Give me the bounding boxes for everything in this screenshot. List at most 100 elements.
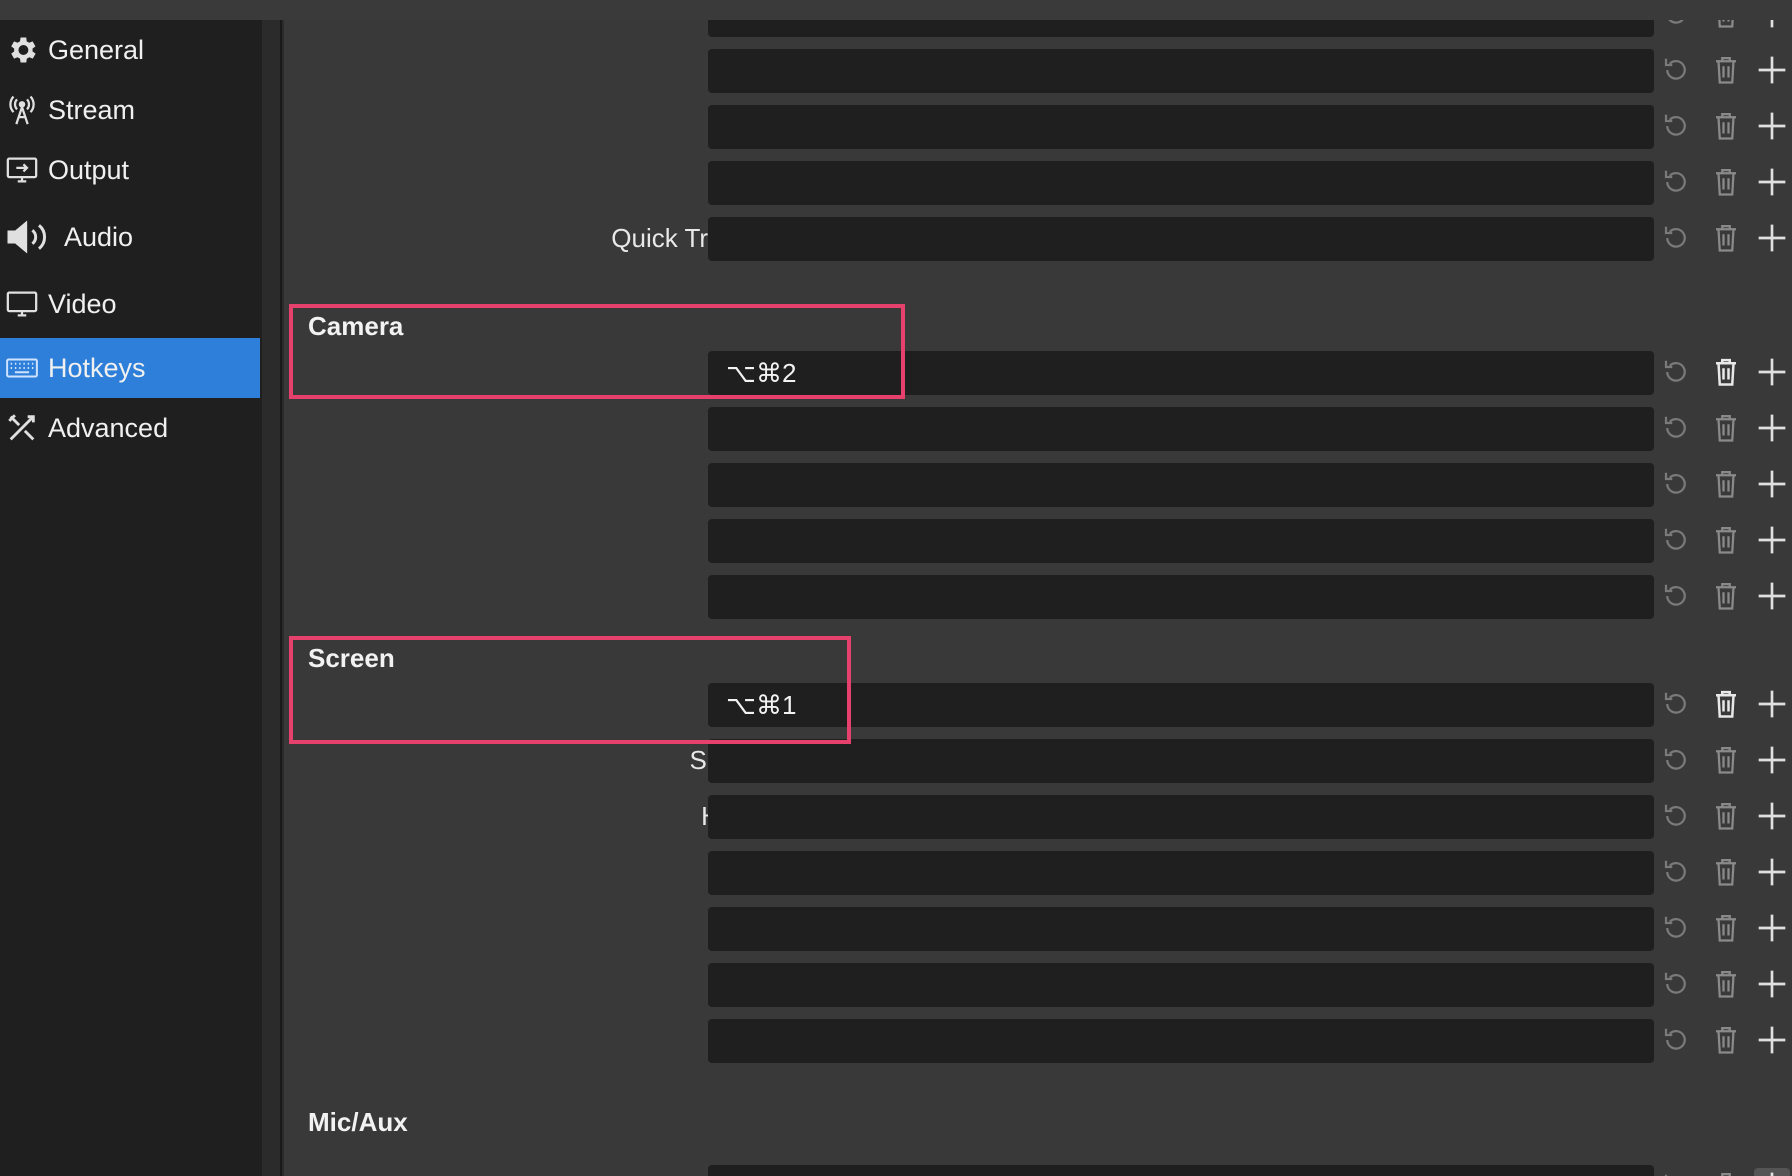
trash-icon[interactable] [1708,966,1744,1002]
hotkey-input[interactable]: ⌥⌘2 [708,351,1654,395]
revert-icon[interactable] [1658,522,1694,558]
trash-icon[interactable] [1708,108,1744,144]
revert-icon[interactable] [1658,466,1694,502]
hotkey-input[interactable] [708,795,1654,839]
plus-icon[interactable] [1754,220,1790,256]
revert-icon[interactable] [1658,1168,1694,1176]
plus-icon[interactable] [1754,798,1790,834]
plus-icon[interactable] [1754,522,1790,558]
hotkey-input[interactable] [708,739,1654,783]
sidebar-item-label: Stream [48,94,136,125]
trash-icon[interactable] [1708,1022,1744,1058]
trash-icon[interactable] [1708,522,1744,558]
plus-icon[interactable] [1754,686,1790,722]
trash-icon[interactable] [1708,742,1744,778]
hotkey-row: Hide 'mac mic 2' * [284,904,1792,952]
hotkey-input[interactable] [708,851,1654,895]
sidebar-divider [262,20,282,1176]
plus-icon[interactable] [1754,854,1790,890]
plus-icon[interactable] [1754,52,1790,88]
hotkey-input[interactable] [708,463,1654,507]
antenna-icon [2,90,42,130]
plus-icon[interactable] [1754,1168,1790,1176]
monitor-icon [2,284,42,324]
trash-icon[interactable] [1708,52,1744,88]
revert-icon[interactable] [1658,742,1694,778]
hotkey-input[interactable] [708,407,1654,451]
sidebar-item-advanced[interactable]: Advanced [0,398,260,458]
plus-icon[interactable] [1754,910,1790,946]
plus-icon[interactable] [1754,1022,1790,1058]
hotkey-input[interactable]: ⌥⌘1 [708,683,1654,727]
plus-icon[interactable] [1754,108,1790,144]
hotkey-input[interactable] [708,519,1654,563]
plus-icon[interactable] [1754,354,1790,390]
trash-icon[interactable] [1708,578,1744,614]
revert-icon[interactable] [1658,966,1694,1002]
hotkey-row: Show 'mac mic' * [284,404,1792,452]
revert-icon[interactable] [1658,354,1694,390]
hotkey-input[interactable] [708,161,1654,205]
revert-icon[interactable] [1658,164,1694,200]
trash-icon[interactable] [1708,686,1744,722]
sidebar-item-label: Hotkeys [48,352,146,383]
hotkey-row: Hide 'mac mic' * [284,460,1792,508]
section-title: Camera [308,311,404,341]
output-monitor-icon [2,150,42,190]
sidebar-item-general[interactable]: General [0,20,260,80]
revert-icon[interactable] [1658,578,1694,614]
hotkey-input[interactable] [708,907,1654,951]
trash-icon[interactable] [1708,910,1744,946]
revert-icon[interactable] [1658,20,1694,32]
plus-icon[interactable] [1754,20,1790,32]
revert-icon[interactable] [1658,52,1694,88]
plus-icon[interactable] [1754,466,1790,502]
section-title: Screen [308,643,395,673]
hotkey-row: Hide 'Display Capture' * [284,792,1792,840]
trash-icon[interactable] [1708,798,1744,834]
sidebar-item-label: Video [48,288,117,319]
hotkey-row: Studio Mode [284,46,1792,94]
sidebar-item-video[interactable]: Video [0,274,260,334]
trash-icon[interactable] [1708,354,1744,390]
revert-icon[interactable] [1658,1022,1694,1058]
window-top-bar [0,0,1792,20]
trash-icon[interactable] [1708,20,1744,32]
trash-icon[interactable] [1708,466,1744,502]
hotkey-input[interactable] [708,1165,1654,1176]
hotkey-input[interactable] [708,217,1654,261]
hotkey-row: Switch to scene⌥⌘1 [284,680,1792,728]
hotkey-input[interactable] [708,575,1654,619]
trash-icon[interactable] [1708,220,1744,256]
trash-icon[interactable] [1708,410,1744,446]
trash-icon[interactable] [1708,854,1744,890]
plus-icon[interactable] [1754,410,1790,446]
revert-icon[interactable] [1658,220,1694,256]
sidebar-item-hotkeys[interactable]: Hotkeys [0,338,260,398]
sidebar-item-audio[interactable]: Audio [0,200,260,274]
sidebar-item-stream[interactable]: Stream [0,80,260,140]
trash-icon[interactable] [1708,164,1744,200]
hotkey-input[interactable] [708,49,1654,93]
hotkey-input[interactable] [708,963,1654,1007]
keyboard-icon [2,348,42,388]
revert-icon[interactable] [1658,910,1694,946]
plus-icon[interactable] [1754,966,1790,1002]
plus-icon[interactable] [1754,742,1790,778]
hotkey-input[interactable] [708,20,1654,37]
revert-icon[interactable] [1658,854,1694,890]
revert-icon[interactable] [1658,798,1694,834]
revert-icon[interactable] [1658,108,1694,144]
trash-icon[interactable] [1708,1168,1744,1176]
plus-icon[interactable] [1754,578,1790,614]
hotkey-input[interactable] [708,1019,1654,1063]
hotkey-row: Hide 'face' * [284,1016,1792,1064]
sidebar-item-output[interactable]: Output [0,140,260,200]
revert-icon[interactable] [1658,686,1694,722]
sidebar-item-label: General [48,34,145,65]
hotkey-row: Transition [284,102,1792,150]
sidebar-item-label: Advanced [48,412,169,443]
hotkey-input[interactable] [708,105,1654,149]
revert-icon[interactable] [1658,410,1694,446]
plus-icon[interactable] [1754,164,1790,200]
